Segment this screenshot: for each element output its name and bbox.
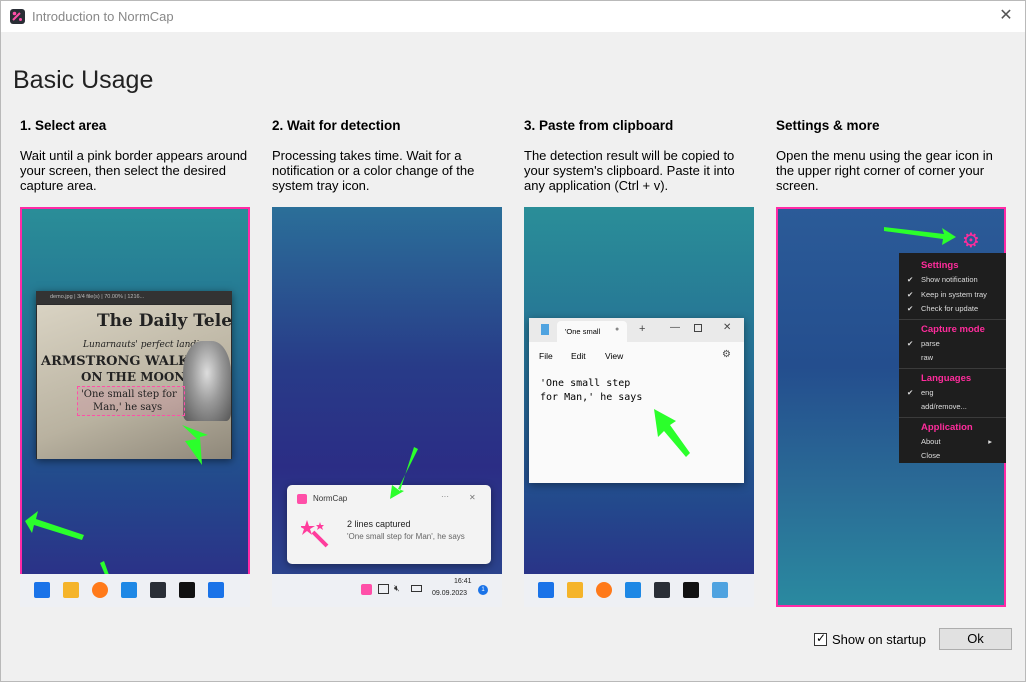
notepad-icon[interactable] (208, 582, 224, 598)
check-icon: ✔ (907, 289, 914, 299)
settings-menu: Settings ✔ Show notification ✔ Keep in sys… (899, 253, 1006, 463)
network-icon[interactable] (378, 584, 389, 594)
firefox-icon[interactable] (92, 582, 108, 598)
step-4-text: Open the menu using the gear icon in the… (776, 148, 993, 193)
ok-button[interactable]: Ok (939, 628, 1012, 650)
menu-separator (899, 318, 1006, 320)
title-bar: Introduction to NormCap ✕ (1, 1, 1025, 32)
step-2-title: 2. Wait for detection (272, 118, 401, 133)
check-icon: ✔ (907, 275, 914, 284)
arrow-to-notification-icon (390, 447, 418, 499)
menu-separator (899, 367, 1006, 369)
window-title: Introduction to NormCap (32, 9, 174, 24)
wait-detection-illustration: NormCap ··· ✕ 2 lines captured 'One smal… (272, 207, 502, 607)
step-3-text: The detection result will be copied to y… (524, 148, 735, 193)
normcap-icon[interactable] (654, 582, 670, 598)
step-3-column: 3. Paste from clipboard The detection re… (524, 118, 756, 196)
taskbar (524, 574, 754, 607)
check-icon: ✔ (907, 338, 914, 348)
check-icon: ✔ (907, 387, 914, 397)
gear-icon[interactable]: ⚙ (962, 231, 980, 251)
clock-date[interactable]: 09.09.2023 (432, 590, 467, 597)
checkmark-icon: ✓ (816, 631, 827, 645)
arrows-overlay (654, 409, 690, 457)
step-2-column: 2. Wait for detection Processing takes t… (272, 118, 504, 196)
step-4-column: Settings & more Open the menu using the … (776, 118, 1008, 196)
step-2-text: Processing takes time. Wait for a notifi… (272, 148, 475, 193)
menu-section-capture-mode: Capture mode (921, 323, 985, 335)
terminal-icon[interactable] (179, 582, 195, 598)
arrow-to-pasted-text-icon (654, 409, 690, 457)
menu-item-parse[interactable]: ✔ parse (899, 337, 1006, 352)
select-area-illustration: demo.jpg | 3/4 file(s) | 70.00% | 1216..… (20, 207, 250, 607)
arrow-to-gear-icon (884, 227, 956, 245)
step-3-title: 3. Paste from clipboard (524, 118, 674, 133)
check-icon: ✔ (907, 304, 914, 313)
notepad-icon[interactable] (712, 582, 728, 598)
menu-section-application: Application (921, 421, 973, 433)
vscode-icon[interactable] (625, 582, 641, 598)
taskbar: 🔇︎ 16:41 09.09.2023 1 (272, 574, 502, 607)
clock-time[interactable]: 16:41 (454, 578, 472, 585)
notification-badge[interactable]: 1 (478, 585, 488, 595)
page-heading: Basic Usage (13, 66, 154, 94)
battery-icon[interactable] (411, 585, 422, 592)
menu-item-close[interactable]: Close (899, 449, 1006, 464)
taskbar (20, 574, 250, 607)
step-4-title: Settings & more (776, 118, 880, 133)
checkbox-box[interactable]: ✓ (814, 631, 827, 646)
arrow-to-selection-icon (182, 425, 208, 465)
normcap-app-icon (10, 9, 25, 24)
step-1-text: Wait until a pink border appears around … (20, 148, 248, 193)
paste-clipboard-illustration: 'One small ● + — ✕ File Edit View ⚙ 'One… (524, 207, 754, 607)
menu-section-languages: Languages (921, 372, 972, 384)
arrows-overlay (25, 425, 208, 603)
menu-item-about[interactable]: About ▸ (899, 435, 1006, 450)
terminal-icon[interactable] (683, 582, 699, 598)
windows-start-icon[interactable] (538, 582, 554, 598)
menu-item-add-remove[interactable]: add/remove... (899, 400, 1006, 415)
show-on-startup-label[interactable]: Show on startup (832, 632, 926, 647)
file-explorer-icon[interactable] (63, 582, 79, 598)
menu-item-raw[interactable]: raw (899, 351, 1006, 366)
menu-item-eng[interactable]: ✔ eng (899, 386, 1006, 401)
step-1-title: 1. Select area (20, 118, 107, 133)
close-icon[interactable]: ✕ (997, 7, 1015, 25)
menu-section-settings: Settings (921, 260, 959, 271)
vscode-icon[interactable] (121, 582, 137, 598)
arrows-overlay (300, 447, 418, 596)
intro-window: Introduction to NormCap ✕ Basic Usage 1.… (0, 0, 1026, 682)
windows-start-icon[interactable] (34, 582, 50, 598)
menu-item-show-notification[interactable]: ✔ Show notification (899, 273, 1006, 288)
firefox-icon[interactable] (596, 582, 612, 598)
menu-item-keep-in-tray[interactable]: ✔ Keep in system tray (899, 288, 1006, 303)
menu-item-check-update[interactable]: ✔ Check for update (899, 302, 1006, 317)
submenu-arrow-icon: ▸ (988, 436, 992, 446)
step-1-column: 1. Select area Wait until a pink border … (20, 118, 252, 196)
settings-illustration: ⚙ Settings ✔ Show notification ✔ Keep in s… (776, 207, 1006, 607)
normcap-icon[interactable] (150, 582, 166, 598)
speaker-muted-icon[interactable]: 🔇︎ (394, 583, 400, 594)
normcap-tray-icon[interactable] (361, 584, 372, 595)
arrow-to-border-icon (25, 511, 84, 540)
menu-separator (899, 416, 1006, 418)
file-explorer-icon[interactable] (567, 582, 583, 598)
